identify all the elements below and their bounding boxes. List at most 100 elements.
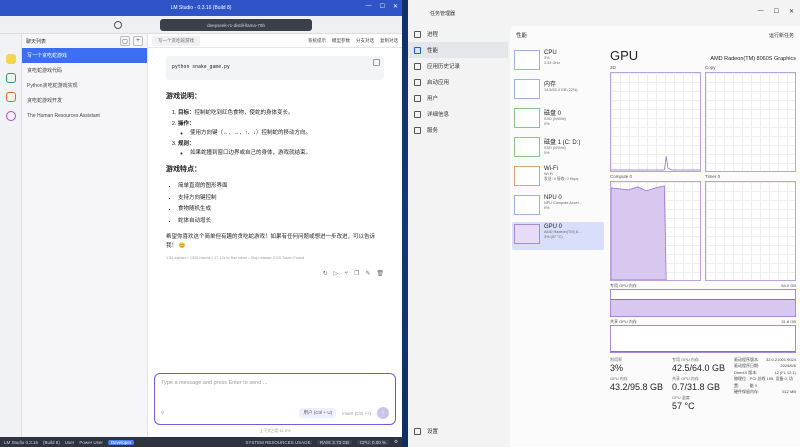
- npu-thumbnail: [514, 195, 540, 215]
- gpu-detail: 运行新任务 GPU AMD Radeon(TM) 8060S Graphics …: [610, 33, 796, 447]
- regenerate-icon[interactable]: ↻: [323, 270, 328, 279]
- maximize-icon[interactable]: ☐: [380, 3, 385, 10]
- minimize-icon[interactable]: —: [758, 8, 764, 15]
- nav-services[interactable]: 服务: [408, 122, 508, 138]
- ram-usage: RAM: 2.73 GB: [316, 439, 352, 445]
- continue-icon[interactable]: ▷: [334, 270, 339, 279]
- model-selector[interactable]: deepseek-r1-distill-llama-70b: [160, 19, 312, 31]
- processes-icon: [414, 30, 421, 38]
- attach-icon[interactable]: ⚲: [161, 410, 164, 416]
- close-icon[interactable]: ✕: [789, 8, 794, 15]
- tab-current-chat[interactable]: 写一个贪吃蛇游戏: [152, 35, 200, 46]
- lm-topbar: deepseek-r1-distill-llama-70b: [0, 16, 402, 34]
- startup-icon: [414, 78, 421, 86]
- insert-chip[interactable]: Insert (Ctrl + I): [342, 411, 371, 416]
- chat-item[interactable]: Python贪吃蛇游戏实现 30 hours: [22, 0, 800, 447]
- tm-nav: 进程 性能 应用历史记录 启动应用 用户 详细信息 服务 设置: [408, 26, 508, 447]
- nav-app-history[interactable]: 应用历史记录: [408, 58, 508, 74]
- graph-label-timer: Timer 0: [705, 174, 721, 179]
- developer-icon[interactable]: [5, 73, 16, 83]
- composer-input[interactable]: Type a message and press Enter to send .…: [161, 380, 267, 386]
- maximize-icon[interactable]: ☐: [774, 8, 779, 15]
- chat-item[interactable]: 贪吃蛇游戏开发 30 hours: [22, 0, 800, 447]
- mode-power-user[interactable]: Power User: [79, 440, 103, 445]
- resource-disk-0[interactable]: 磁盘 0 SSD (NVMe) 0%: [512, 106, 604, 134]
- copy-icon[interactable]: [373, 59, 380, 66]
- generation-stats: 1.55 tok/sec • 1305 tokens • 17.17s to f…: [166, 256, 305, 261]
- nav-details[interactable]: 详细信息: [408, 106, 508, 122]
- lm-studio-window: LM Studio - 0.3.16 (Build 8) — ☐ ✕ deeps…: [0, 0, 800, 447]
- context-usage: 上下文占用 61.5%: [259, 429, 291, 433]
- settings-icon[interactable]: [114, 21, 122, 29]
- tab-bar: 写一个贪吃蛇游戏 系统提示 模型参数 分支对话 复制对话: [148, 34, 402, 48]
- send-button[interactable]: ↑: [377, 407, 389, 419]
- section-heading: 游戏特点：: [166, 166, 201, 174]
- nav-processes[interactable]: 进程: [408, 26, 508, 42]
- task-manager-window: 任务管理器 — ☐ ✕ 进程 性能 应用历史记录 启动应用 用户 详细信息 服务…: [408, 0, 800, 447]
- nav-users[interactable]: 用户: [408, 90, 508, 106]
- dedicated-mem-fill: [611, 298, 795, 316]
- graph-3d: [610, 72, 701, 172]
- run-new-task-button[interactable]: 运行新任务: [769, 32, 794, 39]
- list-item: 操作： 使用方向键（←、→、↑、↓）控制蛇的移动方向。: [178, 120, 384, 137]
- resource-list: CPU 3% 3.33 GHz 内存 14.5/63.4 GB (22%) 磁盘 0S…: [512, 48, 604, 251]
- resource-disk-1[interactable]: 磁盘 1 (C: D:) SSD (NVMe) 0%: [512, 135, 604, 163]
- wifi-thumbnail: [514, 166, 540, 186]
- history-icon: [414, 62, 421, 70]
- closing-text: 希望你喜欢这个简单但有趣的贪吃蛇游戏！如果有任何问题或想进一步改进，可以告诉我！…: [166, 234, 376, 249]
- resource-cpu[interactable]: CPU 3% 3.33 GHz: [512, 48, 604, 76]
- branch-icon[interactable]: ⑂: [344, 270, 348, 279]
- graph-compute: [610, 181, 701, 281]
- copy-message-icon[interactable]: ❐: [354, 270, 359, 279]
- instructions-list: 目标：控制蛇吃到红色食物，使蛇的身体变长。 操作： 使用方向键（←、→、↑、↓）…: [166, 109, 384, 158]
- graph-label-compute: Compute 0: [610, 174, 633, 179]
- users-icon: [414, 94, 421, 102]
- tm-titlebar: 任务管理器 — ☐ ✕: [408, 0, 800, 26]
- stat-shared-memory: 0.7/31.8 GB: [672, 382, 721, 393]
- app-version: LM Studio 0.3.16: [4, 439, 39, 445]
- tm-title: 任务管理器: [430, 10, 456, 17]
- nav-performance[interactable]: 性能: [408, 42, 508, 58]
- close-icon[interactable]: ✕: [393, 3, 398, 10]
- edit-icon[interactable]: ✎: [365, 270, 370, 279]
- discover-icon[interactable]: [5, 111, 16, 121]
- minimize-icon[interactable]: —: [366, 3, 372, 10]
- resource-wifi[interactable]: Wi-Fi Wi-Fi 发送: 0 接收: 0 Kbps: [512, 164, 604, 192]
- branch-button[interactable]: 分支对话: [356, 38, 374, 44]
- system-prompt-button[interactable]: 系统提示: [308, 38, 326, 44]
- chat-item[interactable]: 贪吃蛇游戏代码 30 hours: [22, 0, 800, 447]
- mode-user[interactable]: User: [65, 440, 75, 445]
- cpu-thumbnail: [514, 50, 540, 70]
- services-icon: [414, 126, 421, 134]
- chat-item[interactable]: The Human Resources Assistant 30 hours: [22, 0, 800, 447]
- nav-startup[interactable]: 启动应用: [408, 74, 508, 90]
- resource-npu[interactable]: NPU 0 NPU Compute Accel... 0%: [512, 193, 604, 221]
- role-chip[interactable]: 用户 (Ctrl + U): [299, 408, 337, 418]
- new-folder-icon[interactable]: ▢: [120, 36, 130, 46]
- resource-gpu[interactable]: GPU 0 AMD Radeon(TM) 8... 3% (57 °C): [512, 222, 604, 250]
- chat-icon[interactable]: [5, 54, 16, 64]
- section-heading: 游戏说明：: [166, 93, 201, 100]
- stat-gpu-memory: 43.2/95.8 GB: [610, 382, 664, 393]
- model-params-button[interactable]: 模型参数: [332, 38, 350, 44]
- copy-chat-button[interactable]: 复制对话: [380, 38, 398, 44]
- models-icon[interactable]: [5, 92, 16, 102]
- gear-icon[interactable]: ⚙: [394, 439, 398, 445]
- shared-mem-fill: [611, 351, 795, 352]
- disk1-thumbnail: [514, 137, 540, 157]
- code-block: python snake_game.py: [166, 56, 384, 80]
- mode-developer[interactable]: Developer: [107, 439, 135, 445]
- delete-icon[interactable]: 🗑: [376, 270, 384, 279]
- stat-gpu-temperature: 57 °C: [672, 401, 695, 412]
- gpu-stats: 利用率 3% 专用 GPU 内存 42.5/64.0 GB 驱动程序版本: 32.0.…: [610, 357, 796, 412]
- sys-resources-label: SYSTEM RESOURCES USAGE:: [245, 439, 312, 445]
- resource-memory[interactable]: 内存 14.5/63.4 GB (22%): [512, 77, 604, 105]
- chat-item[interactable]: 写一个贪吃蛇游戏 26 minutes: [22, 0, 800, 447]
- model-name: deepseek-r1-distill-llama-70b: [207, 22, 265, 28]
- graph-compute-area: [611, 185, 667, 280]
- gpu-properties: 驱动程序版本: 32.0.21001.9024 驱动程序日期: 2025/6/6 D…: [734, 357, 796, 375]
- nav-settings[interactable]: 设置: [408, 423, 438, 439]
- graph-copy: [705, 72, 796, 172]
- new-chat-button[interactable]: +: [133, 36, 143, 46]
- message-composer[interactable]: Type a message and press Enter to send .…: [154, 373, 396, 425]
